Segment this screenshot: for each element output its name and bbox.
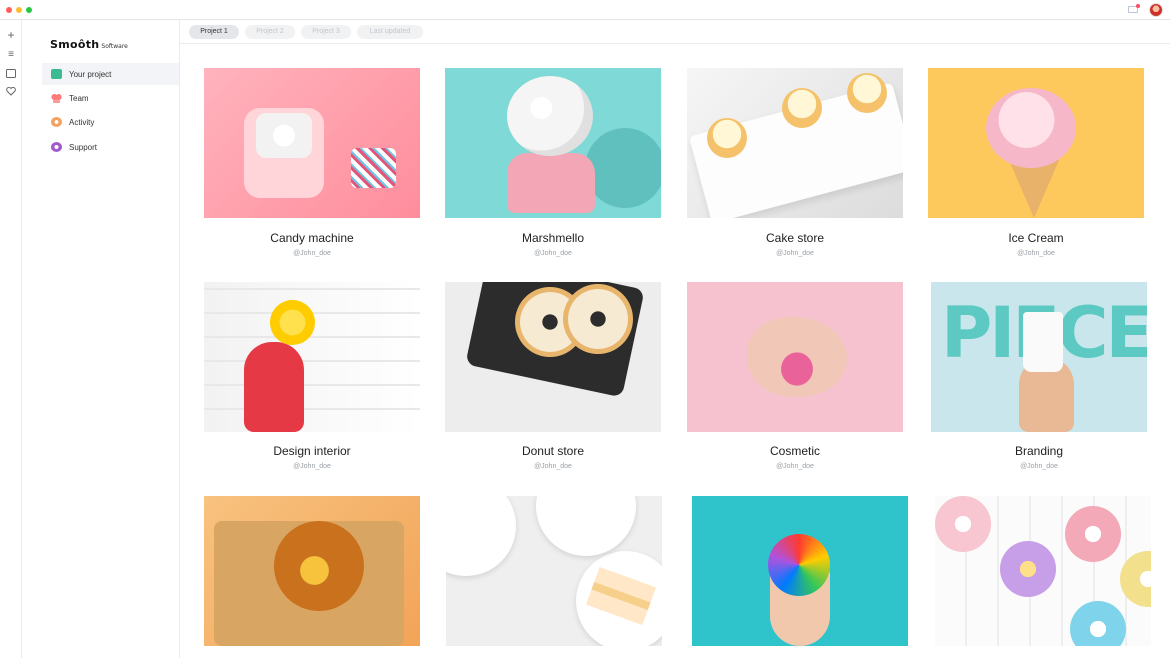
sidebar-item-support[interactable]: Support — [42, 136, 179, 158]
project-image[interactable] — [692, 496, 908, 646]
heart-icon[interactable] — [5, 86, 17, 98]
project-title[interactable]: Cake store — [687, 231, 903, 245]
project-author: @John_doe — [776, 463, 814, 470]
project-title[interactable]: Branding — [931, 444, 1147, 458]
close-dot[interactable] — [6, 7, 12, 13]
window-icon[interactable] — [5, 68, 17, 80]
tab-project-1[interactable]: Project 1 — [189, 25, 239, 39]
tab-project-3[interactable]: Project 3 — [301, 25, 351, 39]
menu-icon[interactable]: ≡ — [5, 49, 17, 61]
project-tabs: Project 1 Project 2 Project 3 Last updat… — [180, 20, 1170, 44]
team-icon — [51, 93, 62, 103]
project-title[interactable]: Candy machine — [204, 231, 420, 245]
avatar[interactable] — [1149, 3, 1163, 17]
window-title-bar — [0, 0, 1170, 20]
project-author: @John_doe — [293, 463, 331, 470]
project-image[interactable] — [204, 68, 420, 218]
project-image[interactable] — [446, 496, 662, 646]
plus-icon[interactable]: + — [5, 29, 17, 41]
tab-project-2[interactable]: Project 2 — [245, 25, 295, 39]
project-title[interactable]: Design interior — [204, 444, 420, 458]
project-image[interactable] — [687, 68, 903, 218]
project-image[interactable] — [928, 68, 1144, 218]
app-logo: Smoôth Software — [50, 38, 128, 51]
project-image[interactable]: PIECE — [931, 282, 1147, 432]
project-title[interactable]: Marshmello — [445, 231, 661, 245]
maximize-dot[interactable] — [26, 7, 32, 13]
support-icon — [51, 142, 62, 152]
mail-icon[interactable] — [1128, 4, 1140, 13]
project-author: @John_doe — [776, 250, 814, 257]
project-title[interactable]: Cosmetic — [687, 444, 903, 458]
briefcase-icon — [51, 69, 62, 79]
icon-rail: + ≡ — [0, 20, 22, 658]
sidebar: Smoôth Software Your project Team Activit… — [22, 20, 180, 658]
logo-text: Smoôth — [50, 38, 100, 51]
activity-icon — [51, 117, 62, 127]
project-author: @John_doe — [534, 463, 572, 470]
project-author: @John_doe — [293, 250, 331, 257]
project-author: @John_doe — [1017, 250, 1055, 257]
project-author: @John_doe — [534, 250, 572, 257]
sidebar-item-your-project[interactable]: Your project — [42, 63, 179, 85]
logo-subtitle: Software — [101, 43, 128, 50]
minimize-dot[interactable] — [16, 7, 22, 13]
sidebar-item-team[interactable]: Team — [42, 87, 179, 109]
sidebar-item-label: Support — [69, 142, 98, 152]
project-image[interactable] — [935, 496, 1151, 646]
sidebar-item-label: Your project — [69, 69, 112, 79]
project-author: @John_doe — [1020, 463, 1058, 470]
project-image[interactable] — [204, 496, 420, 646]
sidebar-item-label: Team — [69, 93, 89, 103]
project-title[interactable]: Donut store — [445, 444, 661, 458]
sidebar-item-label: Activity — [69, 117, 95, 127]
project-title[interactable]: Ice Cream — [928, 231, 1144, 245]
tab-last-updated[interactable]: Last updated — [357, 25, 423, 39]
project-image[interactable] — [204, 282, 420, 432]
sidebar-item-activity[interactable]: Activity — [42, 111, 179, 133]
project-image[interactable] — [445, 282, 661, 432]
project-image[interactable] — [687, 282, 903, 432]
project-image[interactable] — [445, 68, 661, 218]
